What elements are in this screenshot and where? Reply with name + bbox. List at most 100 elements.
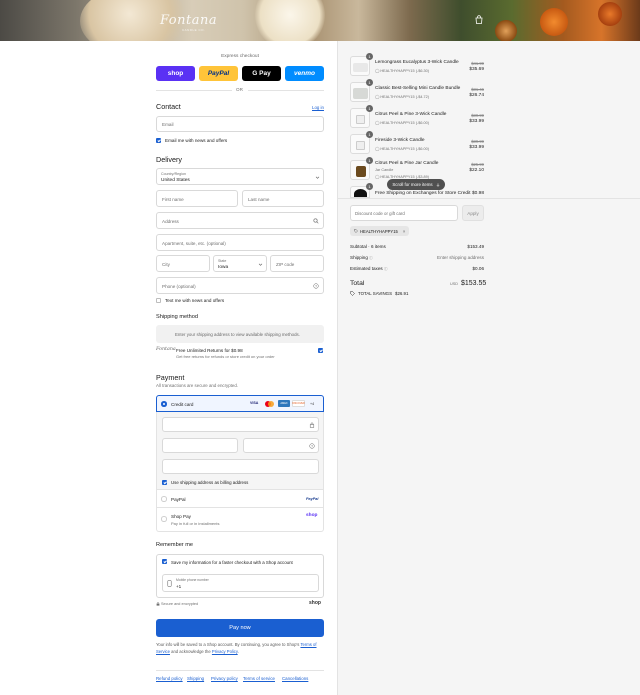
items-divider <box>337 198 640 199</box>
country-label: Country/Region <box>161 171 186 176</box>
card-details-panel: ? Use shipping address as billing addres… <box>156 412 324 490</box>
shopping-bag-icon[interactable] <box>475 15 483 24</box>
discount-tag-label: HEALTHYHAPPY15 <box>360 228 398 234</box>
banner-orange-image <box>598 2 622 26</box>
item-name: Citrus Peel & Pine Jar Candle <box>375 161 439 166</box>
paypal-radio[interactable] <box>161 496 167 502</box>
save-info-checkbox[interactable] <box>162 559 167 564</box>
payment-subtitle: All transactions are secure and encrypte… <box>156 383 239 388</box>
shipping-link[interactable]: Shipping <box>187 676 204 681</box>
item-price: $0.98 <box>471 190 484 196</box>
privacy-policy-link[interactable]: Privacy Policy <box>212 649 238 654</box>
footer-divider <box>156 670 324 671</box>
billing-address-checkbox[interactable] <box>162 480 167 485</box>
text-news-checkbox[interactable] <box>156 298 161 303</box>
item-discount: ◯ HEALTHYHAPPY15 (-$4.72) <box>375 94 429 99</box>
item-discount-text: HEALTHYHAPPY15 (-$6.30) <box>380 68 429 73</box>
legal-text-part: and acknowledge the <box>171 648 211 654</box>
state-select[interactable]: State Iowa <box>213 255 267 272</box>
shop-pay-label: Shop Pay <box>171 514 191 519</box>
item-original-price: $31.46 <box>471 86 484 92</box>
item-original-price: $39.99 <box>471 112 484 118</box>
expiration-date-field[interactable] <box>162 438 238 453</box>
refund-policy-link[interactable]: Refund policy <box>156 676 183 681</box>
subtotal-row: Subtotal · 6 items $153.49 <box>350 244 484 249</box>
mobile-phone-field[interactable]: Mobile phone number +1 <box>162 574 319 592</box>
legal-text-part: Your info will be saved to a Shop accoun… <box>156 642 300 647</box>
scroll-for-more-pill[interactable]: Scroll for more items <box>387 179 445 190</box>
first-name-field[interactable]: First name <box>156 190 238 207</box>
total-savings-value: $26.91 <box>395 291 409 296</box>
item-discount-text: HEALTHYHAPPY15 (-$6.00) <box>380 146 429 151</box>
help-icon[interactable]: ? <box>309 443 315 449</box>
quantity-badge: 1 <box>366 105 373 112</box>
email-field[interactable]: Email <box>156 116 324 132</box>
discount-code-field[interactable]: Discount code or gift card <box>350 205 458 221</box>
address-placeholder: Address <box>162 218 179 224</box>
quantity-badge: 1 <box>366 79 373 86</box>
taxes-label: Estimated taxes ⓘ <box>350 266 388 272</box>
shop-pay-radio[interactable] <box>161 516 167 522</box>
delivery-heading: Delivery <box>156 155 182 164</box>
remove-discount-icon[interactable]: × <box>403 229 405 234</box>
info-icon[interactable]: ⓘ <box>384 267 388 271</box>
phone-field[interactable]: Phone (optional) ? <box>156 277 324 294</box>
subtotal-label: Subtotal · 6 items <box>350 244 386 249</box>
returns-title: Free Unlimited Returns for $0.98 <box>176 348 243 353</box>
address-field[interactable]: Address <box>156 212 324 229</box>
terms-of-service-link[interactable]: Terms of service <box>243 676 275 681</box>
country-select[interactable]: Country/Region United States <box>156 168 324 185</box>
shop-pay-option[interactable]: Shop Pay Pay in full or in installments … <box>156 508 324 532</box>
banner-candle-image <box>255 0 325 41</box>
card-number-field[interactable] <box>162 417 319 432</box>
state-value: Iowa <box>218 264 229 270</box>
total-label: Total <box>350 280 365 287</box>
scroll-for-more-label: Scroll for more items <box>392 182 433 187</box>
login-link[interactable]: Log in <box>312 105 324 110</box>
paypal-express-button[interactable]: PayPal <box>199 66 238 81</box>
pay-now-button[interactable]: Pay now <box>156 619 324 637</box>
tag-icon <box>354 229 358 233</box>
search-icon <box>313 218 319 224</box>
item-name: Free Shipping on Exchanges for Store Cre… <box>375 190 471 196</box>
more-cards-badge: +4 <box>310 401 315 406</box>
returns-logo: Fontana <box>156 347 176 352</box>
email-news-checkbox[interactable] <box>156 138 161 143</box>
credit-card-option[interactable]: Credit card VISA AMEX DISCOVER +4 <box>156 395 324 412</box>
quantity-badge: 1 <box>366 131 373 138</box>
shop-pay-express-button[interactable]: shop <box>156 66 195 81</box>
returns-checkbox[interactable] <box>318 348 323 353</box>
taxes-row: Estimated taxes ⓘ $0.06 <box>350 266 484 272</box>
billing-address-label: Use shipping address as billing address <box>171 480 249 485</box>
cancellations-link[interactable]: Cancellations <box>282 676 308 681</box>
apply-discount-button[interactable]: Apply <box>462 205 484 221</box>
info-icon[interactable]: ⓘ <box>369 256 373 260</box>
zip-placeholder: ZIP code <box>276 261 295 267</box>
taxes-label-text: Estimated taxes <box>350 266 383 271</box>
express-checkout-title: Express checkout <box>221 54 259 59</box>
item-original-price: $41.99 <box>471 60 484 66</box>
zip-field[interactable]: ZIP code <box>270 255 324 272</box>
remember-me-heading: Remember me <box>156 542 193 548</box>
venmo-express-button[interactable]: venmo <box>285 66 324 81</box>
name-on-card-field[interactable] <box>162 459 319 474</box>
paypal-option[interactable]: PayPal PayPal <box>156 490 324 508</box>
city-field[interactable]: City <box>156 255 210 272</box>
item-discount: ◯ HEALTHYHAPPY15 (-$6.00) <box>375 146 429 151</box>
shipping-notice: Enter your shipping address to view avai… <box>156 325 324 343</box>
arrow-down-icon <box>436 182 440 187</box>
chevron-down-icon <box>315 176 320 179</box>
contact-heading: Contact <box>156 102 181 111</box>
amex-icon: AMEX <box>278 400 290 407</box>
google-pay-express-button[interactable]: G Pay <box>242 66 281 81</box>
item-original-price: $25.99 <box>471 162 484 167</box>
email-news-label: Email me with news and offers <box>165 138 228 143</box>
quantity-badge: 1 <box>366 53 373 60</box>
privacy-policy-link[interactable]: Privacy policy <box>211 676 238 681</box>
last-name-field[interactable]: Last name <box>242 190 324 207</box>
store-logo[interactable]: Fontana <box>160 13 217 28</box>
help-icon[interactable]: ? <box>313 283 319 289</box>
security-code-field[interactable]: ? <box>243 438 319 453</box>
apartment-field[interactable]: Apartment, suite, etc. (optional) <box>156 234 324 251</box>
credit-card-radio[interactable] <box>161 401 167 407</box>
